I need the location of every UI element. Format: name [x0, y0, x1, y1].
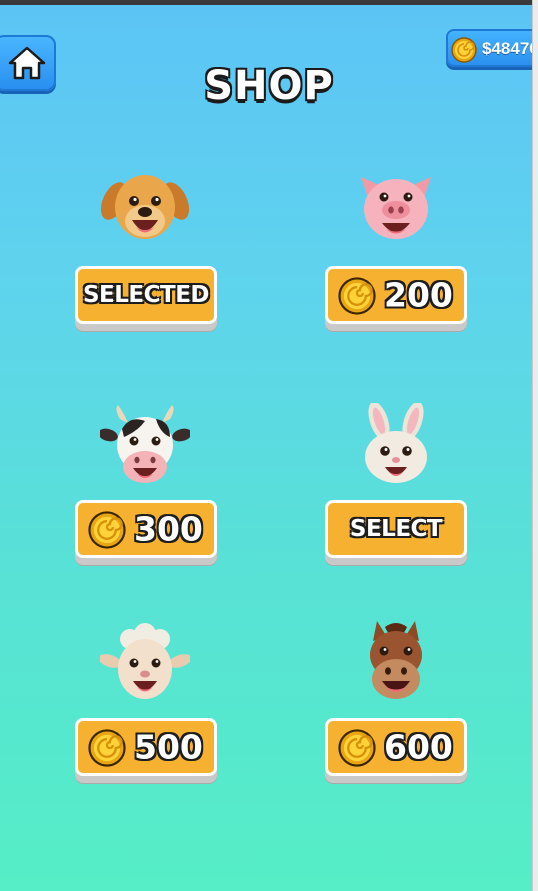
select-button-label: SELECT — [349, 516, 443, 542]
shop-screen: $48470 SHOP SELECTED 200 — [0, 5, 532, 891]
price-label: 600 — [384, 727, 453, 767]
pig-face-icon — [361, 177, 431, 239]
buy-button-horse[interactable]: 600 — [325, 718, 467, 776]
gold-coin-icon — [88, 729, 126, 767]
gold-coin-icon — [451, 37, 477, 63]
select-button-label: SELECTED — [82, 282, 210, 308]
price-label: 300 — [134, 509, 203, 549]
coin-balance-value: $48470 — [482, 39, 532, 58]
rabbit-face-icon — [365, 403, 427, 483]
buy-button-sheep[interactable]: 500 — [75, 718, 217, 776]
gold-coin-icon — [338, 729, 376, 767]
page-title: SHOP — [204, 63, 334, 109]
coin-balance: $48470 — [446, 29, 532, 67]
horse-face-icon — [370, 621, 422, 699]
dog-face-icon — [100, 175, 190, 239]
gold-coin-icon — [88, 511, 126, 549]
price-label: 500 — [134, 727, 203, 767]
buy-button-pig[interactable]: 200 — [325, 266, 467, 324]
price-label: 200 — [384, 275, 453, 315]
side-panel-edge — [532, 0, 538, 891]
buy-button-cow[interactable]: 300 — [75, 500, 217, 558]
cow-face-icon — [100, 405, 190, 483]
select-button-rabbit[interactable]: SELECT — [325, 500, 467, 558]
select-button-dog[interactable]: SELECTED — [75, 266, 217, 324]
gold-coin-icon — [338, 277, 376, 315]
sheep-face-icon — [100, 623, 190, 699]
